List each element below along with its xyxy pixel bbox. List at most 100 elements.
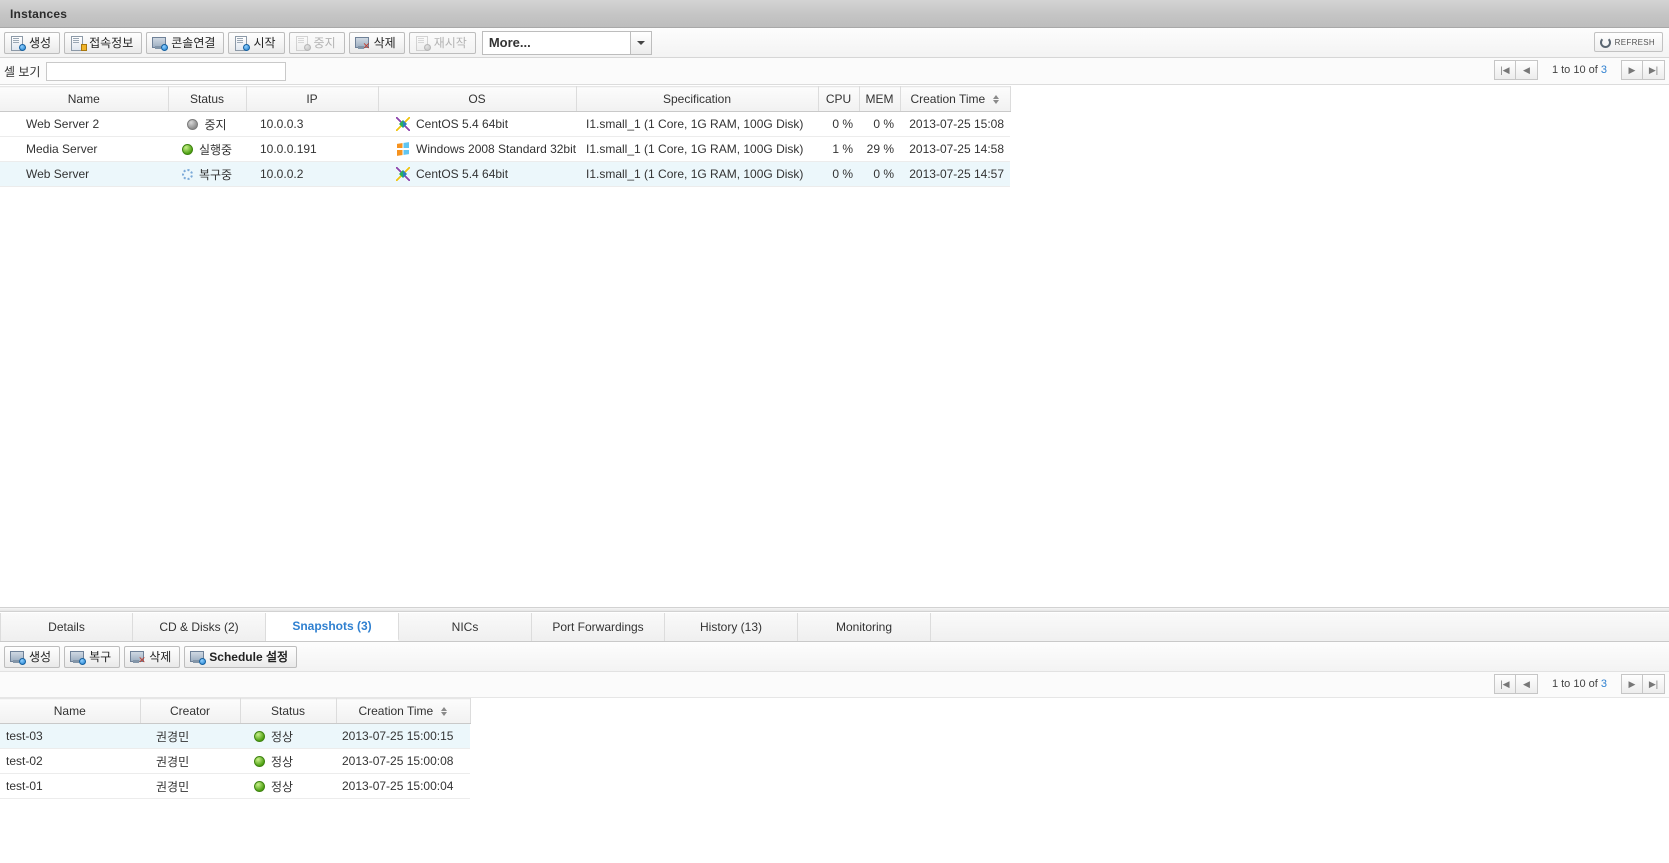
centos-icon xyxy=(396,117,410,131)
more-actions[interactable]: More... xyxy=(481,30,652,55)
instances-table: Name Status IP OS Specification CPU MEM … xyxy=(0,86,1011,187)
cell-snapshot-status: 정상 xyxy=(240,748,336,774)
delete-instance-button[interactable]: ✕ 삭제 xyxy=(348,31,405,54)
snapshot-column-header-creation-time[interactable]: Creation Time xyxy=(336,698,471,724)
table-row[interactable]: Web Server 2 중지 10.0.0.3 CentOS 5.4 64bi… xyxy=(0,111,1010,137)
cell-snapshot-creator: 권경민 xyxy=(140,723,240,749)
cell-name: Web Server 2 xyxy=(0,111,168,137)
tabstrip-filler xyxy=(931,613,1669,641)
restart-instance-label: 재시작 xyxy=(433,36,467,50)
column-header-mem[interactable]: MEM xyxy=(859,86,901,112)
table-row[interactable]: test-02 권경민 정상 2013-07-25 15:00:08 xyxy=(0,748,470,774)
column-header-status[interactable]: Status xyxy=(168,86,247,112)
cell-status: 중지 xyxy=(168,111,246,137)
console-connect-label: 콘솔연결 xyxy=(171,36,216,50)
table-row[interactable]: Web Server 복구중 10.0.0.2 CentOS 5.4 64bit xyxy=(0,161,1010,187)
cell-snapshot-creation-time: 2013-07-25 15:00:08 xyxy=(336,748,470,774)
instances-window: Instances 생성 접속정보 콘솔연결 시작 중지 ✕ 삭제 재시작 Mo… xyxy=(0,0,1669,863)
start-instance-button[interactable]: 시작 xyxy=(228,31,285,54)
restart-icon xyxy=(415,35,431,51)
restore-icon xyxy=(70,650,87,665)
filter-label: 셀 보기 xyxy=(4,64,41,79)
windows-icon xyxy=(396,142,410,156)
pager-first-button[interactable]: |◀ xyxy=(1493,60,1516,80)
pager-next-button[interactable]: ▶ xyxy=(1621,60,1643,80)
tab-details[interactable]: Details xyxy=(0,613,133,641)
window-titlebar: Instances xyxy=(0,0,1669,28)
cell-snapshot-name: test-01 xyxy=(0,773,140,799)
cell-mem: 29 % xyxy=(859,136,900,162)
restart-instance-button: 재시작 xyxy=(408,31,476,54)
cell-snapshot-name: test-03 xyxy=(0,723,140,749)
pager-last-button[interactable]: ▶| xyxy=(1643,60,1665,80)
create-icon xyxy=(10,35,26,51)
snapshots-header-row: Name Creator Status Creation Time xyxy=(0,698,471,724)
panel-splitter[interactable] xyxy=(0,607,1669,612)
status-normal-icon xyxy=(254,730,265,742)
tab-cd-and-disks[interactable]: CD & Disks (2) xyxy=(133,613,266,641)
chevron-down-icon xyxy=(636,40,645,45)
column-header-name[interactable]: Name xyxy=(0,86,169,112)
centos-icon xyxy=(396,167,410,181)
snapshot-column-header-creator[interactable]: Creator xyxy=(140,698,241,724)
cell-specification[interactable]: I1.small_1 (1 Core, 1G RAM, 100G Disk) xyxy=(576,111,818,137)
detail-tabstrip: Details CD & Disks (2) Snapshots (3) NIC… xyxy=(0,613,1669,642)
cell-snapshot-creation-time: 2013-07-25 15:00:15 xyxy=(336,723,470,749)
tab-history[interactable]: History (13) xyxy=(665,613,798,641)
snapshot-pager-first-button[interactable]: |◀ xyxy=(1493,674,1516,694)
tab-nics[interactable]: NICs xyxy=(399,613,532,641)
restore-snapshot-button[interactable]: 복구 xyxy=(64,645,121,668)
table-row[interactable]: test-01 권경민 정상 2013-07-25 15:00:04 xyxy=(0,773,470,799)
snapshot-pager-bar: |◀ ◀ 1 to 10 of 3 ▶ ▶| xyxy=(0,672,1669,698)
delete-snapshot-button[interactable]: ✕ 삭제 xyxy=(124,645,181,668)
table-row[interactable]: Media Server 실행중 10.0.0.191 Windows 2008… xyxy=(0,136,1010,162)
snapshot-column-header-name[interactable]: Name xyxy=(0,698,141,724)
create-instance-button[interactable]: 생성 xyxy=(4,31,61,54)
table-row[interactable]: test-03 권경민 정상 2013-07-25 15:00:15 xyxy=(0,723,470,749)
instances-pager: |◀ ◀ 1 to 10 of 3 ▶ ▶| xyxy=(1493,60,1665,80)
status-stopped-icon xyxy=(187,118,199,130)
cell-snapshot-status: 정상 xyxy=(240,773,336,799)
refresh-button[interactable]: REFRESH xyxy=(1593,32,1663,52)
snapshot-pager-prev-button[interactable]: ◀ xyxy=(1515,674,1538,694)
tab-snapshots[interactable]: Snapshots (3) xyxy=(266,613,399,641)
schedule-settings-button[interactable]: Schedule 설정 xyxy=(184,645,298,668)
cell-ip: 10.0.0.191 xyxy=(246,136,378,162)
sort-indicator-icon xyxy=(440,706,448,717)
column-header-specification[interactable]: Specification xyxy=(576,86,819,112)
cell-specification[interactable]: I1.small_1 (1 Core, 1G RAM, 100G Disk) xyxy=(576,136,818,162)
snapshot-column-header-status[interactable]: Status xyxy=(240,698,337,724)
pager-prev-button[interactable]: ◀ xyxy=(1515,60,1538,80)
start-instance-label: 시작 xyxy=(253,36,276,50)
cell-specification[interactable]: I1.small_1 (1 Core, 1G RAM, 100G Disk) xyxy=(576,161,818,187)
delete-snapshot-label: 삭제 xyxy=(149,650,172,664)
cell-os: Windows 2008 Standard 32bit xyxy=(378,136,576,162)
column-header-cpu[interactable]: CPU xyxy=(818,86,860,112)
console-connect-button[interactable]: 콘솔연결 xyxy=(146,31,225,54)
tab-monitoring[interactable]: Monitoring xyxy=(798,613,931,641)
create-instance-label: 생성 xyxy=(29,36,52,50)
column-header-os[interactable]: OS xyxy=(378,86,577,112)
more-actions-label[interactable]: More... xyxy=(481,30,630,55)
cell-creation-time: 2013-07-25 14:58 xyxy=(900,136,1010,162)
status-recovering-icon xyxy=(181,168,193,180)
connection-info-icon xyxy=(70,35,88,51)
snapshot-pager-last-button[interactable]: ▶| xyxy=(1643,674,1665,694)
connection-info-button[interactable]: 접속정보 xyxy=(64,31,143,54)
sort-indicator-icon xyxy=(992,94,1000,105)
snapshot-pager-next-button[interactable]: ▶ xyxy=(1621,674,1643,694)
create-snapshot-button[interactable]: 생성 xyxy=(4,645,61,668)
column-header-creation-time[interactable]: Creation Time xyxy=(900,86,1011,112)
cell-creation-time: 2013-07-25 15:08 xyxy=(900,111,1010,137)
cell-os: CentOS 5.4 64bit xyxy=(378,161,576,187)
more-actions-dropdown-button[interactable] xyxy=(629,30,652,55)
create-snapshot-label: 생성 xyxy=(29,650,52,664)
tab-port-forwardings[interactable]: Port Forwardings xyxy=(532,613,665,641)
filter-input[interactable] xyxy=(46,61,287,81)
status-normal-icon xyxy=(254,755,265,767)
cell-snapshot-creator: 권경민 xyxy=(140,773,240,799)
instances-grid: Name Status IP OS Specification CPU MEM … xyxy=(0,86,1669,606)
cell-ip: 10.0.0.3 xyxy=(246,111,378,137)
delete-icon: ✕ xyxy=(354,36,370,50)
column-header-ip[interactable]: IP xyxy=(246,86,379,112)
